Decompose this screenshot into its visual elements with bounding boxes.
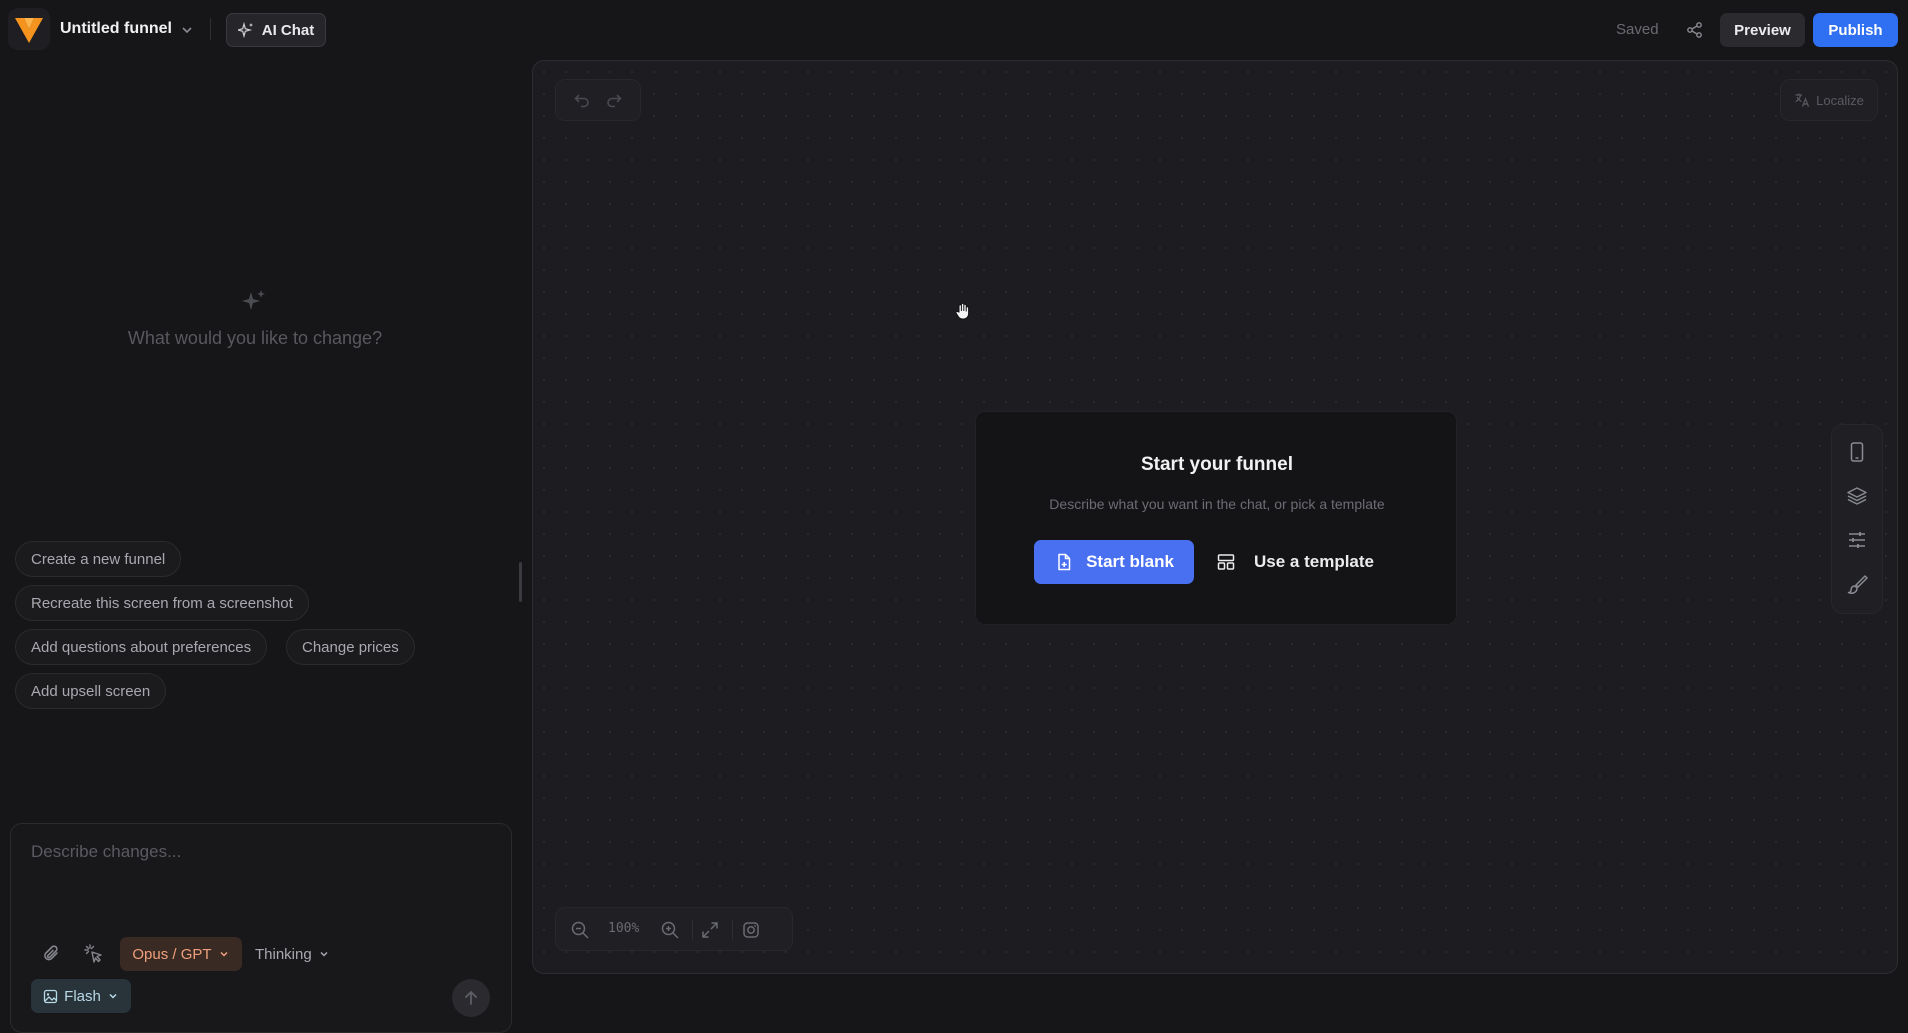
share-icon[interactable] bbox=[1685, 20, 1705, 40]
chevron-down-icon bbox=[318, 948, 330, 960]
sparkles-icon bbox=[237, 22, 254, 38]
canvas[interactable]: Localize Start your funnel Describe what… bbox=[532, 60, 1898, 974]
zoom-in-icon[interactable] bbox=[660, 920, 680, 940]
thinking-dropdown[interactable]: Thinking bbox=[255, 937, 347, 971]
image-icon bbox=[43, 989, 58, 1004]
chevron-down-icon bbox=[107, 990, 119, 1002]
thinking-label: Thinking bbox=[255, 945, 312, 963]
ai-chat-label: AI Chat bbox=[261, 21, 315, 39]
paperclip-icon[interactable] bbox=[41, 943, 63, 965]
start-blank-button[interactable]: Start blank bbox=[1034, 540, 1194, 584]
suggestion-chip[interactable]: Add questions about preferences bbox=[15, 629, 268, 665]
start-card-title: Start your funnel bbox=[1140, 454, 1293, 475]
start-blank-label: Start blank bbox=[1086, 552, 1174, 571]
image-model-dropdown[interactable]: Flash bbox=[31, 979, 131, 1013]
layers-icon[interactable] bbox=[1846, 485, 1868, 507]
zoom-out-icon[interactable] bbox=[570, 920, 590, 940]
arrow-up-icon bbox=[462, 989, 480, 1007]
logo-icon bbox=[15, 18, 43, 43]
camera-icon[interactable] bbox=[741, 920, 761, 940]
send-button[interactable] bbox=[452, 979, 490, 1017]
template-label: Use a template bbox=[1254, 552, 1374, 571]
expand-icon[interactable] bbox=[700, 920, 720, 940]
translate-icon bbox=[1794, 92, 1810, 108]
ai-chat-button[interactable]: AI Chat bbox=[226, 13, 326, 47]
localize-button[interactable]: Localize bbox=[1780, 79, 1878, 121]
model-dropdown[interactable]: Opus / GPT bbox=[120, 937, 242, 971]
publish-button[interactable]: Publish bbox=[1813, 13, 1898, 47]
panel-resize-handle[interactable] bbox=[519, 562, 522, 602]
zoom-controls: 100% bbox=[555, 907, 793, 951]
preview-button[interactable]: Preview bbox=[1720, 13, 1805, 47]
pointer-click-icon[interactable] bbox=[83, 943, 105, 965]
sparkles-icon bbox=[240, 288, 268, 316]
redo-icon[interactable] bbox=[605, 91, 623, 109]
image-model-label: Flash bbox=[64, 987, 101, 1005]
chevron-down-icon[interactable] bbox=[179, 22, 195, 38]
divider bbox=[732, 920, 733, 940]
chat-composer: Opus / GPT Thinking Flash bbox=[10, 823, 512, 1033]
model-label: Opus / GPT bbox=[132, 945, 212, 963]
top-bar: Untitled funnel AI Chat Saved Preview Pu… bbox=[0, 0, 1908, 60]
empty-chat-prompt: What would you like to change? bbox=[127, 328, 383, 348]
undo-icon[interactable] bbox=[573, 91, 591, 109]
chat-panel: What would you like to change? Create a … bbox=[0, 60, 530, 1033]
describe-changes-input[interactable] bbox=[31, 842, 491, 902]
start-funnel-card: Start your funnel Describe what you want… bbox=[975, 411, 1457, 625]
sliders-icon[interactable] bbox=[1846, 529, 1868, 551]
zoom-level[interactable]: 100% bbox=[608, 921, 639, 936]
divider bbox=[692, 920, 693, 940]
suggestion-chip[interactable]: Create a new funnel bbox=[15, 541, 182, 577]
divider bbox=[210, 18, 211, 40]
hand-cursor-icon bbox=[953, 301, 973, 321]
undo-redo-group bbox=[555, 79, 641, 121]
suggestion-chip[interactable]: Recreate this screen from a screenshot bbox=[15, 585, 309, 621]
save-status: Saved bbox=[1616, 21, 1659, 38]
paintbrush-icon[interactable] bbox=[1846, 573, 1868, 595]
start-card-subtitle: Describe what you want in the chat, or p… bbox=[1049, 496, 1385, 512]
phone-icon[interactable] bbox=[1846, 441, 1868, 463]
chevron-down-icon bbox=[218, 948, 230, 960]
file-plus-icon bbox=[1054, 552, 1074, 572]
use-template-button[interactable]: Use a template bbox=[1216, 540, 1400, 584]
app-logo[interactable] bbox=[8, 8, 50, 50]
suggestion-chip[interactable]: Change prices bbox=[286, 629, 415, 665]
localize-label: Localize bbox=[1816, 92, 1864, 108]
template-icon bbox=[1216, 552, 1236, 572]
suggestion-chip[interactable]: Add upsell screen bbox=[15, 673, 167, 709]
funnel-name[interactable]: Untitled funnel bbox=[60, 20, 172, 38]
canvas-side-toolbar bbox=[1831, 424, 1883, 614]
